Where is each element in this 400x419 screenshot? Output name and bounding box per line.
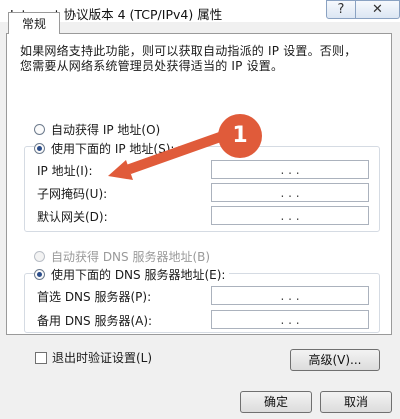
preferred-dns-label: 首选 DNS 服务器(P): <box>37 290 152 304</box>
close-button[interactable]: ✕ <box>356 0 400 19</box>
default-gateway-input[interactable]: . . . <box>211 206 369 225</box>
description-text: 如果网络支持此功能，则可以获取自动指派的 IP 设置。否则， 您需要从网络系统管… <box>20 44 380 74</box>
advanced-button[interactable]: 高级(V)... <box>290 349 380 371</box>
validate-on-exit-option[interactable]: 退出时验证设置(L) <box>35 349 152 366</box>
preferred-dns-input[interactable]: . . . <box>211 286 369 305</box>
description-line-2: 您需要从网络系统管理员处获得适当的 IP 设置。 <box>20 59 284 73</box>
description-line-1: 如果网络支持此功能，则可以获取自动指派的 IP 设置。否则， <box>20 44 357 58</box>
auto-ip-label: 自动获得 IP 地址(O) <box>51 123 161 137</box>
ok-button[interactable]: 确定 <box>240 391 312 413</box>
auto-dns-label: 自动获得 DNS 服务器地址(B) <box>51 250 211 264</box>
ip-address-input[interactable]: . . . <box>211 160 369 179</box>
validate-on-exit-checkbox[interactable] <box>35 351 47 364</box>
alternate-dns-input[interactable]: . . . <box>211 310 369 329</box>
auto-dns-radio[interactable] <box>34 251 45 262</box>
subnet-mask-label: 子网掩码(U): <box>37 187 108 201</box>
annotation-marker: 1 <box>218 114 262 158</box>
auto-ip-option[interactable]: 自动获得 IP 地址(O) <box>34 121 160 138</box>
manual-ip-label: 使用下面的 IP 地址(S): <box>51 142 175 156</box>
default-gateway-label: 默认网关(D): <box>37 210 108 224</box>
help-button[interactable]: ? <box>326 0 356 19</box>
manual-dns-option[interactable]: 使用下面的 DNS 服务器地址(E): <box>34 266 230 283</box>
manual-ip-radio[interactable] <box>34 143 45 154</box>
ip-address-label: IP 地址(I): <box>37 164 93 178</box>
manual-ip-option[interactable]: 使用下面的 IP 地址(S): <box>34 140 179 157</box>
validate-on-exit-label: 退出时验证设置(L) <box>52 351 153 365</box>
title-bar: Internet 协议版本 4 (TCP/IPv4) 属性 ? ✕ <box>0 0 400 22</box>
tab-general[interactable]: 常规 <box>8 12 60 34</box>
cancel-button[interactable]: 取消 <box>320 391 392 413</box>
alternate-dns-label: 备用 DNS 服务器(A): <box>37 314 153 328</box>
auto-ip-radio[interactable] <box>34 124 45 135</box>
auto-dns-option[interactable]: 自动获得 DNS 服务器地址(B) <box>34 248 210 265</box>
manual-dns-label: 使用下面的 DNS 服务器地址(E): <box>51 268 226 282</box>
manual-dns-radio[interactable] <box>34 269 45 280</box>
subnet-mask-input[interactable]: . . . <box>211 183 369 202</box>
